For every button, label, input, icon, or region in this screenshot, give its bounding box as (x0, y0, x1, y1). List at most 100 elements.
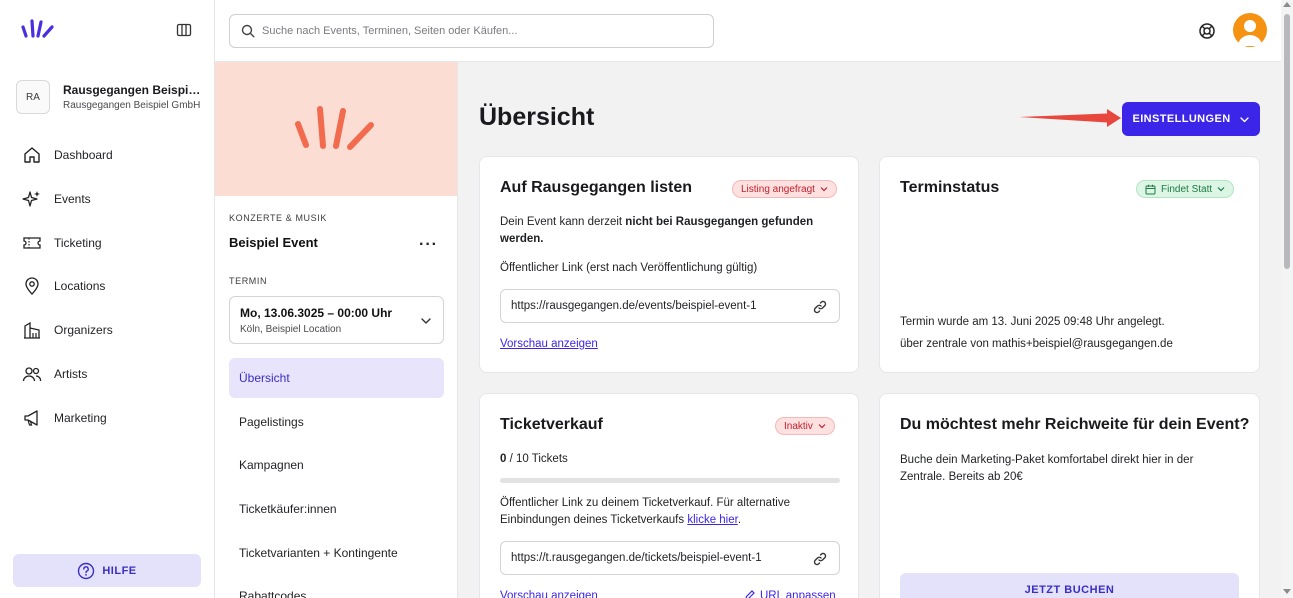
date-location: Köln, Beispiel Location (240, 324, 342, 335)
user-avatar[interactable] (1233, 13, 1267, 47)
date-selector[interactable]: Mo, 13.06.3025 – 00:00 Uhr Köln, Beispie… (229, 296, 444, 344)
url-edit-link[interactable]: URL anpassen (744, 588, 836, 598)
listing-card: Auf Rausgegangen listen Listing angefrag… (479, 156, 859, 373)
link-icon[interactable] (812, 299, 828, 315)
page-title: Übersicht (479, 103, 595, 131)
ticket-url: https://t.rausgegangen.de/tickets/beispi… (511, 552, 762, 564)
terminstatus-title: Terminstatus (900, 179, 1000, 196)
ticket-click-here-link[interactable]: klicke hier (687, 514, 738, 526)
ticket-icon (23, 236, 41, 249)
scroll-down-arrow-icon[interactable] (1283, 589, 1291, 594)
chevron-down-icon (820, 187, 828, 192)
termin-label: TERMIN (229, 276, 268, 286)
home-icon (24, 147, 40, 163)
nav-item-locations[interactable]: Locations (22, 275, 113, 297)
org-avatar: RA (16, 80, 50, 114)
org-subtitle: Rausgegangen Beispiel GmbH (63, 100, 201, 111)
listing-url: https://rausgegangen.de/events/beispiel-… (511, 300, 757, 312)
nav-label: Ticketing (54, 235, 102, 250)
building-icon (24, 322, 40, 339)
search-input[interactable] (262, 25, 682, 37)
chevron-down-icon (1217, 187, 1225, 192)
rausgegangen-logo-icon[interactable] (20, 18, 56, 40)
nav-label: Organizers (54, 323, 113, 338)
subnav-item-uebersicht[interactable]: Übersicht (229, 358, 444, 398)
date-main: Mo, 13.06.3025 – 00:00 Uhr (240, 306, 393, 320)
subnav-item-ticketvarianten[interactable]: Ticketvarianten + Kontingente (229, 533, 444, 573)
main-nav: Dashboard Events Ticketing Locations Org… (22, 144, 113, 451)
reichweite-card: Du möchtest mehr Reichweite für dein Eve… (879, 393, 1260, 598)
scroll-up-arrow-icon[interactable] (1283, 2, 1291, 7)
event-title: Beispiel Event (229, 235, 318, 250)
ticket-description: Öffentlicher Link zu deinem Ticketverkau… (500, 495, 840, 529)
ticket-count: 0 / 10 Tickets (500, 451, 568, 468)
link-icon[interactable] (812, 551, 828, 567)
termin-created-line: Termin wurde am 13. Juni 2025 09:48 Uhr … (900, 316, 1165, 328)
listing-description: Dein Event kann derzeit nicht bei Rausge… (500, 214, 840, 248)
chevron-down-icon (818, 424, 826, 429)
reichweite-text: Buche dein Marketing-Paket komfortabel d… (900, 454, 1194, 483)
ticket-total: 10 Tickets (516, 453, 568, 465)
organization-switcher[interactable]: RA Rausgegangen Beispiel GmbH Rausgegang… (16, 80, 205, 114)
ticket-preview-link[interactable]: Vorschau anzeigen (500, 588, 598, 598)
ticket-url-field[interactable]: https://t.rausgegangen.de/tickets/beispi… (500, 541, 840, 575)
sidebar: RA Rausgegangen Beispiel GmbH Rausgegang… (0, 0, 215, 598)
settings-button[interactable]: EINSTELLUNGEN (1122, 102, 1260, 136)
help-label: HILFE (102, 564, 137, 577)
ticket-status-badge[interactable]: Inaktiv (775, 417, 835, 435)
ticket-progress-bar (500, 478, 840, 483)
nav-item-dashboard[interactable]: Dashboard (22, 144, 113, 166)
chevron-down-icon (1239, 116, 1249, 122)
terminstatus-card: Terminstatus Findet Statt Termin wurde a… (879, 156, 1260, 373)
event-placeholder-logo-icon (295, 106, 374, 150)
listing-text-pre: Dein Event kann derzeit (500, 216, 626, 228)
search-icon (241, 24, 255, 38)
termin-status-label: Findet Statt (1161, 183, 1213, 195)
calendar-icon (1145, 184, 1156, 194)
listing-url-field[interactable]: https://rausgegangen.de/events/beispiel-… (500, 289, 840, 323)
more-options-icon[interactable]: ··· (419, 236, 438, 254)
megaphone-icon (24, 410, 38, 426)
map-pin-icon (25, 277, 39, 296)
event-category: KONZERTE & MUSIK (229, 213, 327, 223)
life-buoy-icon[interactable] (1198, 22, 1216, 40)
help-button[interactable]: HILFE (13, 554, 201, 587)
termin-status-badge[interactable]: Findet Statt (1136, 180, 1235, 198)
scroll-thumb[interactable] (1284, 14, 1290, 269)
event-banner (215, 62, 457, 196)
search-box[interactable] (229, 14, 714, 48)
nav-item-artists[interactable]: Artists (22, 363, 113, 385)
termin-creator-line: über zentrale von mathis+beispiel@rausge… (900, 338, 1173, 350)
ticket-text-end: . (737, 514, 742, 526)
reichweite-title: Du möchtest mehr Reichweite für dein Eve… (900, 416, 1250, 433)
nav-item-ticketing[interactable]: Ticketing (22, 232, 113, 254)
subnav-item-ticketkaeufer[interactable]: Ticketkäufer:innen (229, 489, 444, 529)
subnav-item-pagelistings[interactable]: Pagelistings (229, 402, 444, 442)
jetzt-buchen-button[interactable]: JETZT BUCHEN (900, 573, 1239, 598)
nav-label: Locations (54, 279, 106, 294)
org-name: Rausgegangen Beispiel GmbH (63, 83, 205, 97)
listing-status-badge[interactable]: Listing angefragt (732, 180, 837, 198)
annotation-arrow-icon (1019, 109, 1121, 127)
ticket-text: Öffentlicher Link zu deinem Ticketverkau… (500, 497, 790, 526)
subnav-item-rabattcodes[interactable]: Rabattcodes (229, 576, 444, 598)
url-edit-label: URL anpassen (760, 590, 836, 598)
sidebar-toggle-icon[interactable] (176, 22, 192, 38)
chevron-down-icon (421, 318, 431, 324)
subnav-item-kampagnen[interactable]: Kampagnen (229, 445, 444, 485)
nav-item-marketing[interactable]: Marketing (22, 407, 113, 429)
settings-label: EINSTELLUNGEN (1132, 113, 1231, 125)
page-scrollbar[interactable] (1281, 0, 1293, 598)
event-panel: KONZERTE & MUSIK Beispiel Event ··· TERM… (215, 62, 458, 598)
nav-item-events[interactable]: Events (22, 188, 113, 210)
nav-label: Artists (54, 366, 88, 381)
users-icon (22, 367, 42, 382)
sparkle-icon (22, 190, 40, 207)
ticketverkauf-card: Ticketverkauf Inaktiv 0 / 10 Tickets Öff… (479, 393, 859, 598)
nav-label: Marketing (54, 410, 107, 425)
top-bar (215, 0, 1281, 62)
listing-card-title: Auf Rausgegangen listen (500, 179, 693, 196)
nav-item-organizers[interactable]: Organizers (22, 319, 113, 341)
listing-preview-link[interactable]: Vorschau anzeigen (500, 336, 598, 353)
user-icon (1238, 20, 1262, 46)
